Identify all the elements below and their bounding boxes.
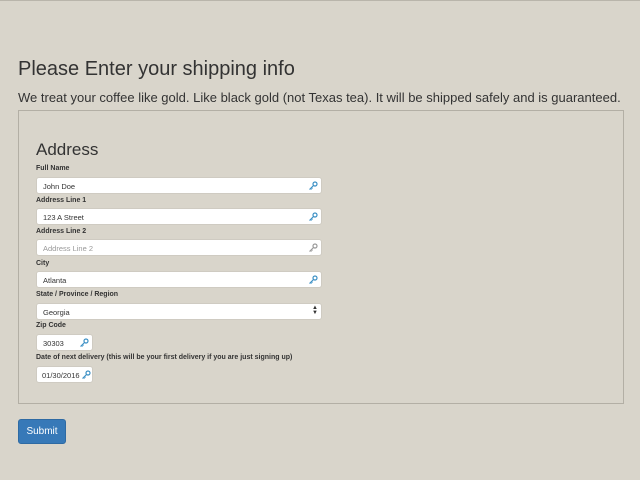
full-name-label: Full Name — [36, 165, 70, 172]
autofill-key-icon[interactable] — [81, 370, 91, 380]
autofill-key-icon[interactable] — [308, 212, 318, 222]
state-select[interactable]: Georgia ▲ ▼ — [36, 303, 322, 320]
city-value: Atlanta — [43, 276, 67, 285]
top-border — [0, 0, 640, 1]
address-line-2-field[interactable]: Address Line 2 — [36, 239, 322, 256]
delivery-date-field[interactable]: 01/30/2016 — [36, 366, 93, 383]
autofill-key-icon[interactable] — [308, 275, 318, 285]
chevron-updown-icon: ▲ ▼ — [312, 305, 318, 316]
delivery-date-label: Date of next delivery (this will be your… — [36, 354, 293, 361]
address-line-1-value: 123 A Street — [43, 213, 84, 222]
submit-button[interactable]: Submit — [18, 419, 66, 444]
delivery-date-value: 01/30/2016 — [42, 371, 80, 380]
page-title: Please Enter your shipping info — [18, 58, 295, 80]
city-label: City — [36, 260, 50, 267]
state-label: State / Province / Region — [36, 291, 119, 298]
section-title: Address — [36, 140, 99, 159]
intro-text: We treat your coffee like gold. Like bla… — [18, 90, 621, 105]
address-line-1-field[interactable]: 123 A Street — [36, 208, 322, 225]
zip-code-value: 30303 — [43, 339, 64, 348]
zip-code-field[interactable]: 30303 — [36, 334, 93, 351]
autofill-key-icon[interactable] — [79, 338, 89, 348]
autofill-key-icon[interactable] — [308, 181, 318, 191]
autofill-key-icon[interactable] — [308, 243, 318, 253]
address-line-1-label: Address Line 1 — [36, 197, 87, 204]
full-name-field[interactable]: John Doe — [36, 177, 322, 194]
zip-code-label: Zip Code — [36, 322, 66, 329]
address-line-2-label: Address Line 2 — [36, 228, 87, 235]
address-line-2-placeholder: Address Line 2 — [43, 244, 94, 253]
address-panel: Address Full Name John Doe Address Line … — [18, 110, 624, 404]
city-field[interactable]: Atlanta — [36, 271, 322, 288]
state-selected-value: Georgia — [43, 308, 70, 317]
full-name-value: John Doe — [43, 182, 76, 191]
